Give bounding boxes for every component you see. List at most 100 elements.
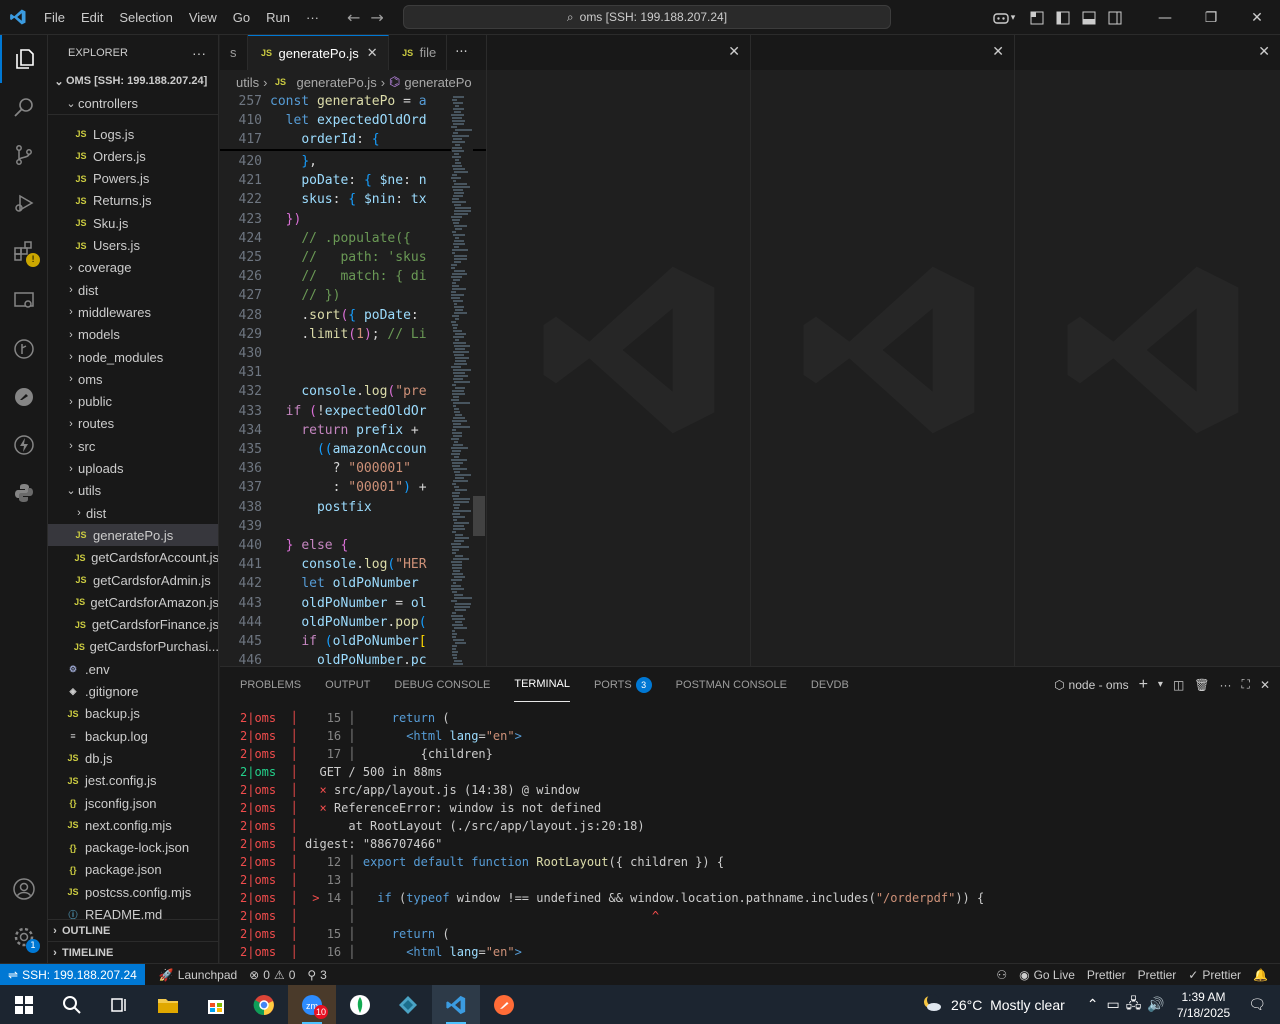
menu-item[interactable]: File bbox=[36, 10, 73, 25]
prettier-item-3[interactable]: ✓ Prettier bbox=[1182, 968, 1247, 982]
tree-file[interactable]: JS Logs.js bbox=[48, 123, 218, 145]
panel-tab[interactable]: PORTS 3 bbox=[594, 667, 652, 702]
tree-file[interactable]: JS getCardsforAdmin.js bbox=[48, 569, 218, 591]
postman-taskbar-icon[interactable] bbox=[480, 985, 528, 1024]
forward-arrow-icon[interactable]: → bbox=[370, 8, 383, 27]
tree-folder[interactable]: › public bbox=[48, 391, 218, 413]
more-tabs-icon[interactable]: ··· bbox=[447, 35, 475, 70]
tree-file[interactable]: JS Orders.js bbox=[48, 145, 218, 167]
vscode-taskbar-icon[interactable] bbox=[432, 985, 480, 1024]
tree-file[interactable]: JS backup.js bbox=[48, 703, 218, 725]
tree-file[interactable]: JS getCardsforAmazon.js bbox=[48, 591, 218, 613]
weather-label[interactable]: 26°C Mostly clear bbox=[951, 997, 1065, 1013]
command-center[interactable]: ⌕ oms [SSH: 199.188.207.24] bbox=[403, 5, 891, 29]
tree-file[interactable]: JS getCardsforFinance.js bbox=[48, 614, 218, 636]
close-group-icon[interactable]: ✕ bbox=[992, 44, 1004, 60]
tree-folder[interactable]: › routes bbox=[48, 413, 218, 435]
thunder-client-icon[interactable] bbox=[0, 421, 48, 469]
editor-tab[interactable]: JS generatePo.js ✕ bbox=[247, 35, 389, 70]
weather-icon[interactable] bbox=[921, 992, 943, 1017]
minimize-button[interactable]: — bbox=[1142, 0, 1188, 35]
extensions-icon[interactable]: ! bbox=[0, 227, 48, 275]
tree-file[interactable]: JS Sku.js bbox=[48, 212, 218, 234]
go-live-item[interactable]: ◉ Go Live bbox=[1013, 968, 1081, 982]
breadcrumb-item[interactable]: generatePo.js bbox=[296, 75, 376, 90]
mongodb-compass-icon[interactable] bbox=[336, 985, 384, 1024]
manage-gear-icon[interactable]: 1 bbox=[0, 913, 48, 961]
tree-file[interactable]: JS generatePo.js bbox=[48, 524, 218, 547]
menu-item[interactable]: Go bbox=[225, 10, 258, 25]
tree-file[interactable]: JS Users.js bbox=[48, 235, 218, 257]
launchpad-item[interactable]: 🚀 Launchpad bbox=[153, 968, 243, 982]
windows-start-icon[interactable] bbox=[0, 985, 48, 1024]
new-terminal-icon[interactable]: + bbox=[1139, 676, 1148, 694]
tree-file[interactable]: JS Powers.js bbox=[48, 168, 218, 190]
explorer-icon[interactable] bbox=[0, 35, 48, 83]
menu-item[interactable]: View bbox=[181, 10, 225, 25]
tree-folder-controllers[interactable]: ⌄ controllers bbox=[48, 93, 218, 115]
close-tab-icon[interactable]: ✕ bbox=[367, 45, 378, 61]
tree-file[interactable]: JS getCardsforPurchasi... bbox=[48, 636, 218, 658]
clock[interactable]: 1:39 AM 7/18/2025 bbox=[1167, 989, 1240, 1021]
tree-file[interactable]: JS getCardsforAccount.js bbox=[48, 547, 218, 569]
menu-item[interactable]: Selection bbox=[111, 10, 180, 25]
close-group-icon[interactable]: ✕ bbox=[1258, 44, 1270, 60]
close-group-icon[interactable]: ✕ bbox=[728, 44, 740, 60]
toggle-panel-icon[interactable] bbox=[1076, 0, 1102, 35]
tree-folder[interactable]: › oms bbox=[48, 368, 218, 390]
postman-icon[interactable] bbox=[0, 373, 48, 421]
menu-item[interactable]: Edit bbox=[73, 10, 111, 25]
network-icon[interactable]: 🖧 bbox=[1126, 993, 1142, 1017]
tree-folder[interactable]: › node_modules bbox=[48, 346, 218, 368]
trash-icon[interactable]: 🗑 bbox=[1194, 678, 1209, 692]
microsoft-store-icon[interactable] bbox=[192, 985, 240, 1024]
accounts-icon[interactable] bbox=[0, 865, 48, 913]
breadcrumb-item[interactable]: utils bbox=[236, 75, 259, 90]
taskbar-search-icon[interactable] bbox=[48, 985, 96, 1024]
remote-explorer-icon[interactable] bbox=[0, 277, 48, 325]
notifications-bell-icon[interactable]: 🔔 bbox=[1247, 968, 1274, 982]
tree-file[interactable]: {} jsconfig.json bbox=[48, 792, 218, 814]
prettier-item-2[interactable]: Prettier bbox=[1132, 968, 1183, 982]
tree-file[interactable]: JS jest.config.js bbox=[48, 770, 218, 792]
battery-icon[interactable]: ▭ bbox=[1107, 996, 1120, 1013]
tree-file[interactable]: {} package.json bbox=[48, 859, 218, 881]
ports-item[interactable]: ⚲ 3 bbox=[301, 968, 332, 982]
search-icon[interactable] bbox=[0, 83, 48, 131]
python-icon[interactable] bbox=[0, 469, 48, 517]
tree-folder[interactable]: › models bbox=[48, 324, 218, 346]
run-debug-icon[interactable] bbox=[0, 179, 48, 227]
maximize-panel-icon[interactable]: ⛶ bbox=[1242, 677, 1250, 692]
panel-tab[interactable]: POSTMAN CONSOLE bbox=[676, 667, 787, 702]
menu-item[interactable]: ··· bbox=[298, 10, 327, 25]
file-explorer-icon[interactable] bbox=[144, 985, 192, 1024]
minimap[interactable] bbox=[451, 94, 473, 666]
chevron-up-icon[interactable]: ⌃ bbox=[1087, 996, 1099, 1013]
customize-layout-icon[interactable] bbox=[1024, 0, 1050, 35]
panel-tab[interactable]: DEVDB bbox=[811, 667, 849, 702]
notifications-icon[interactable]: 🗨 bbox=[1248, 996, 1266, 1013]
editor-tab[interactable]: JS file bbox=[389, 35, 448, 70]
close-window-button[interactable]: ✕ bbox=[1234, 0, 1280, 35]
tree-folder[interactable]: › middlewares bbox=[48, 301, 218, 323]
tree-file[interactable]: JS Returns.js bbox=[48, 190, 218, 212]
close-panel-icon[interactable]: ✕ bbox=[1260, 678, 1270, 692]
tree-folder[interactable]: › dist bbox=[48, 279, 218, 301]
panel-tab[interactable]: DEBUG CONSOLE bbox=[394, 667, 490, 702]
outline-section[interactable]: › OUTLINE bbox=[48, 919, 218, 941]
copilot-icon[interactable]: ▾ bbox=[984, 0, 1024, 35]
volume-icon[interactable]: 🔊 bbox=[1147, 996, 1164, 1013]
tree-file[interactable]: JS next.config.mjs bbox=[48, 814, 218, 836]
tree-file[interactable]: ≡ backup.log bbox=[48, 725, 218, 747]
app-icon[interactable] bbox=[384, 985, 432, 1024]
chevron-down-icon[interactable]: ▾ bbox=[1158, 679, 1163, 690]
code-editor[interactable]: 257 const generatePo = a 410 let expectedO… bbox=[220, 94, 486, 666]
workspace-root[interactable]: ⌄ OMS [SSH: 199.188.207.24] bbox=[48, 70, 218, 92]
copilot-status-icon[interactable]: ⚇ bbox=[990, 968, 1013, 982]
more-actions-icon[interactable]: ··· bbox=[1220, 678, 1232, 692]
tree-file[interactable]: {} package-lock.json bbox=[48, 837, 218, 859]
terminal-selector[interactable]: ⬡ node - oms bbox=[1054, 678, 1129, 692]
problems-item[interactable]: ⊗ 0 ⚠ 0 bbox=[243, 968, 301, 982]
tree-folder[interactable]: › src bbox=[48, 435, 218, 457]
zoom-icon[interactable]: zm 10 bbox=[288, 985, 336, 1024]
